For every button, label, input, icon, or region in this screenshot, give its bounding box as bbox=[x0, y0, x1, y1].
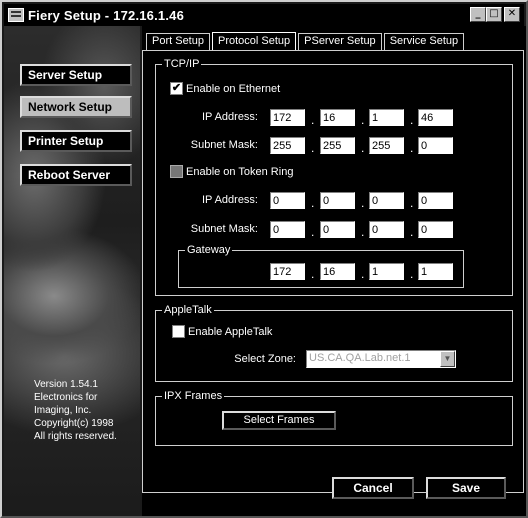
dot-separator: . bbox=[410, 267, 414, 281]
appletalk-group-title: AppleTalk bbox=[162, 304, 214, 316]
maximize-button[interactable]: □ bbox=[486, 7, 502, 22]
ipx-frames-group: IPX Frames Select Frames bbox=[155, 390, 513, 446]
version-line: Imaging, Inc. bbox=[34, 405, 92, 416]
ipx-frames-group-title: IPX Frames bbox=[162, 390, 225, 402]
printer-setup-button[interactable]: Printer Setup bbox=[20, 130, 132, 152]
ethernet-ip-label: IP Address: bbox=[201, 111, 258, 123]
token-ring-subnet-octet-1[interactable] bbox=[270, 221, 305, 238]
cancel-button[interactable]: Cancel bbox=[332, 477, 414, 499]
protocol-setup-panel: TCP/IP ✔ Enable on Ethernet IP Address: … bbox=[142, 50, 524, 493]
enable-token-ring-row[interactable]: Enable on Token Ring bbox=[170, 165, 293, 178]
tab-port-setup[interactable]: Port Setup bbox=[146, 33, 210, 50]
enable-appletalk-checkbox[interactable] bbox=[172, 325, 185, 338]
dot-separator: . bbox=[361, 113, 365, 127]
ethernet-ip-octet-2[interactable] bbox=[320, 109, 355, 126]
enable-appletalk-row[interactable]: Enable AppleTalk bbox=[172, 325, 272, 338]
token-ring-subnet-label: Subnet Mask: bbox=[190, 223, 258, 235]
ethernet-ip-octet-3[interactable] bbox=[369, 109, 404, 126]
window-title: Fiery Setup - 172.16.1.46 bbox=[28, 7, 185, 23]
token-ring-ip-octet-3[interactable] bbox=[369, 192, 404, 209]
dot-separator: . bbox=[361, 196, 365, 210]
gateway-octet-1[interactable] bbox=[270, 263, 305, 280]
gateway-group: Gateway . . . bbox=[178, 244, 464, 288]
zone-select-value: US.CA.QA.Lab.net.1 bbox=[309, 352, 411, 364]
server-setup-button[interactable]: Server Setup bbox=[20, 64, 132, 86]
dot-separator: . bbox=[311, 141, 315, 155]
dot-separator: . bbox=[410, 225, 414, 239]
token-ring-ip-octet-2[interactable] bbox=[320, 192, 355, 209]
ethernet-subnet-octet-2[interactable] bbox=[320, 137, 355, 154]
version-line: Version 1.54.1 bbox=[34, 379, 98, 390]
reboot-server-button[interactable]: Reboot Server bbox=[20, 164, 132, 186]
token-ring-subnet-octet-4[interactable] bbox=[418, 221, 453, 238]
save-button[interactable]: Save bbox=[426, 477, 506, 499]
window-controls: _ □ ✕ bbox=[470, 7, 520, 22]
version-line: Copyright(c) 1998 bbox=[34, 418, 114, 429]
gateway-group-title: Gateway bbox=[185, 244, 233, 256]
ethernet-ip-octet-1[interactable] bbox=[270, 109, 305, 126]
enable-ethernet-label: Enable on Ethernet bbox=[186, 82, 281, 95]
dot-separator: . bbox=[361, 141, 365, 155]
tab-bar: Port Setup Protocol Setup PServer Setup … bbox=[146, 32, 466, 51]
dot-separator: . bbox=[311, 267, 315, 281]
dot-separator: . bbox=[410, 196, 414, 210]
token-ring-ip-octet-1[interactable] bbox=[270, 192, 305, 209]
network-setup-button[interactable]: Network Setup bbox=[20, 96, 132, 118]
dot-separator: . bbox=[410, 113, 414, 127]
ethernet-subnet-octet-1[interactable] bbox=[270, 137, 305, 154]
ethernet-ip-octet-4[interactable] bbox=[418, 109, 453, 126]
tab-protocol-setup[interactable]: Protocol Setup bbox=[211, 32, 297, 50]
main-area: Port Setup Protocol Setup PServer Setup … bbox=[142, 26, 526, 516]
title-bar[interactable]: Fiery Setup - 172.16.1.46 _ □ ✕ bbox=[4, 4, 524, 26]
dot-separator: . bbox=[311, 196, 315, 210]
zone-select[interactable]: US.CA.QA.Lab.net.1 ▼ bbox=[306, 350, 456, 368]
enable-ethernet-row[interactable]: ✔ Enable on Ethernet bbox=[170, 82, 280, 95]
gateway-octet-3[interactable] bbox=[369, 263, 404, 280]
fiery-setup-window: Fiery Setup - 172.16.1.46 _ □ ✕ Server S… bbox=[0, 0, 528, 518]
token-ring-ip-label: IP Address: bbox=[201, 194, 258, 206]
ethernet-subnet-octet-3[interactable] bbox=[369, 137, 404, 154]
enable-appletalk-label: Enable AppleTalk bbox=[188, 325, 273, 338]
ethernet-subnet-label: Subnet Mask: bbox=[190, 139, 258, 151]
token-ring-subnet-octet-3[interactable] bbox=[369, 221, 404, 238]
token-ring-ip-octet-4[interactable] bbox=[418, 192, 453, 209]
dot-separator: . bbox=[361, 225, 365, 239]
dot-separator: . bbox=[410, 141, 414, 155]
app-icon bbox=[8, 8, 24, 22]
version-line: Electronics for bbox=[34, 392, 98, 403]
tab-pserver-setup[interactable]: PServer Setup bbox=[298, 33, 382, 50]
appletalk-group: AppleTalk Enable AppleTalk Select Zone: … bbox=[155, 304, 513, 382]
minimize-button[interactable]: _ bbox=[470, 7, 486, 22]
select-frames-button[interactable]: Select Frames bbox=[222, 411, 336, 430]
enable-token-ring-checkbox[interactable] bbox=[170, 165, 183, 178]
gateway-octet-2[interactable] bbox=[320, 263, 355, 280]
tab-service-setup[interactable]: Service Setup bbox=[383, 33, 465, 50]
dropdown-arrow-icon[interactable]: ▼ bbox=[440, 351, 455, 367]
token-ring-subnet-octet-2[interactable] bbox=[320, 221, 355, 238]
enable-ethernet-checkbox[interactable]: ✔ bbox=[170, 82, 183, 95]
dot-separator: . bbox=[311, 113, 315, 127]
tcpip-group-title: TCP/IP bbox=[162, 58, 202, 70]
select-zone-label: Select Zone: bbox=[234, 353, 296, 365]
enable-token-ring-label: Enable on Token Ring bbox=[186, 165, 294, 178]
dot-separator: . bbox=[361, 267, 365, 281]
close-button[interactable]: ✕ bbox=[504, 7, 520, 22]
ethernet-subnet-octet-4[interactable] bbox=[418, 137, 453, 154]
version-info: Version 1.54.1 Electronics for Imaging, … bbox=[34, 378, 144, 443]
gateway-octet-4[interactable] bbox=[418, 263, 453, 280]
version-line: All rights reserved. bbox=[34, 431, 117, 442]
tcpip-group: TCP/IP ✔ Enable on Ethernet IP Address: … bbox=[155, 58, 513, 296]
sidebar: Server Setup Network Setup Printer Setup… bbox=[4, 26, 140, 516]
dot-separator: . bbox=[311, 225, 315, 239]
